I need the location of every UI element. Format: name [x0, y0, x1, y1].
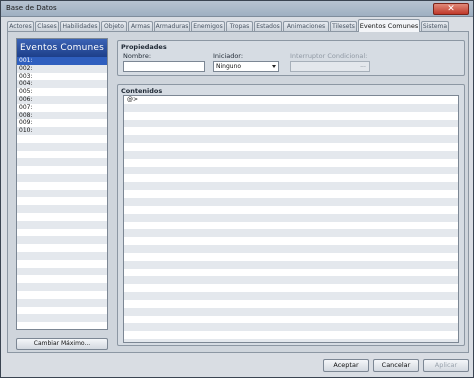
list-empty-row	[17, 205, 107, 213]
list-empty-row	[17, 197, 107, 206]
empty-line	[124, 143, 458, 151]
close-button[interactable]: ✕	[433, 3, 469, 15]
empty-line	[124, 339, 458, 342]
list-empty-row	[17, 173, 107, 182]
list-item[interactable]: 002:	[17, 64, 107, 73]
list-empty-row	[17, 290, 107, 299]
window-title: Base de Datos	[6, 4, 57, 12]
change-maximum-button[interactable]: Cambiar Máximo...	[16, 338, 108, 350]
empty-line	[124, 268, 458, 277]
list-item[interactable]: 004:	[17, 80, 107, 89]
list-empty-row	[17, 306, 107, 315]
trigger-value: Ninguno	[216, 63, 242, 70]
contents-title: Contenidos	[121, 87, 163, 95]
properties-group: Propiedades Nombre: Iniciador: Ninguno I…	[117, 40, 465, 76]
accept-button[interactable]: Aceptar	[323, 359, 369, 372]
list-item[interactable]: 003:	[17, 72, 107, 81]
empty-line	[124, 307, 458, 316]
empty-line	[124, 229, 458, 238]
empty-line	[124, 331, 458, 340]
list-empty-row	[17, 158, 107, 167]
common-events-list: Eventos Comunes 001: 002: 003: 004: 005:…	[16, 38, 108, 330]
contents-group: Contenidos @>	[117, 84, 465, 346]
name-label: Nombre:	[123, 52, 152, 60]
list-empty-row	[17, 228, 107, 237]
list-empty-row	[17, 150, 107, 159]
switch-input: ...	[290, 61, 370, 72]
switch-browse-button: ...	[360, 62, 366, 69]
empty-line	[124, 150, 458, 159]
list-item[interactable]: 005:	[17, 88, 107, 96]
list-item[interactable]: 009:	[17, 119, 107, 128]
empty-line	[124, 299, 458, 308]
empty-line	[124, 213, 458, 222]
trigger-label: Iniciador:	[213, 52, 244, 60]
title-bar: Base de Datos ✕	[1, 1, 473, 17]
chevron-down-icon	[272, 65, 276, 68]
empty-line	[124, 315, 458, 324]
list-empty-row	[17, 212, 107, 221]
list-empty-row	[17, 251, 107, 260]
empty-line	[124, 245, 458, 253]
event-commands-list[interactable]: @>	[123, 95, 459, 343]
empty-line	[124, 276, 458, 285]
empty-line	[124, 197, 458, 206]
cancel-button[interactable]: Cancelar	[373, 359, 419, 372]
name-input[interactable]	[123, 61, 205, 72]
empty-line	[124, 103, 458, 112]
trigger-select[interactable]: Ninguno	[213, 61, 279, 72]
command-line[interactable]: @>	[124, 96, 458, 104]
list-item[interactable]: 006:	[17, 95, 107, 104]
empty-line	[124, 158, 458, 167]
list-empty-row	[17, 314, 107, 323]
list-empty-row	[17, 283, 107, 291]
list-empty-row	[17, 244, 107, 252]
empty-line	[124, 205, 458, 214]
list-empty-row	[17, 181, 107, 190]
empty-line	[124, 190, 458, 198]
empty-line	[124, 127, 458, 136]
empty-line	[124, 284, 458, 293]
list-item[interactable]: 007:	[17, 103, 107, 112]
list-rows: 001: 002: 003: 004: 005: 006: 007: 008: …	[17, 57, 107, 323]
list-empty-row	[17, 275, 107, 284]
list-header: Eventos Comunes	[17, 39, 107, 57]
database-window: Base de Datos ✕ Actores Clases Habilidad…	[0, 0, 474, 378]
empty-line	[124, 119, 458, 128]
list-empty-row	[17, 142, 107, 151]
empty-line	[124, 323, 458, 332]
tab-content-panel: Eventos Comunes 001: 002: 003: 004: 005:…	[7, 31, 469, 353]
empty-line	[124, 221, 458, 230]
empty-line	[124, 292, 458, 300]
list-empty-row	[17, 166, 107, 174]
list-empty-row	[17, 298, 107, 307]
list-item[interactable]: 001:	[17, 57, 107, 65]
list-empty-row	[17, 259, 107, 268]
list-empty-row	[17, 220, 107, 229]
empty-line	[124, 166, 458, 175]
empty-line	[124, 174, 458, 183]
empty-line	[124, 111, 458, 120]
empty-line	[124, 237, 458, 246]
list-item[interactable]: 008:	[17, 111, 107, 120]
empty-line	[124, 135, 458, 144]
empty-line	[124, 182, 458, 191]
empty-line	[124, 252, 458, 261]
list-empty-row	[17, 236, 107, 245]
empty-line	[124, 260, 458, 269]
tab-eventos-comunes[interactable]: Eventos Comunes	[358, 19, 420, 32]
list-empty-row	[17, 134, 107, 143]
properties-title: Propiedades	[121, 43, 167, 51]
close-icon: ✕	[447, 4, 455, 14]
list-empty-row	[17, 189, 107, 198]
switch-label: Interruptor Condicional:	[290, 52, 368, 60]
list-empty-row	[17, 267, 107, 276]
list-item[interactable]: 010:	[17, 127, 107, 135]
apply-button[interactable]: Aplicar	[423, 359, 469, 372]
